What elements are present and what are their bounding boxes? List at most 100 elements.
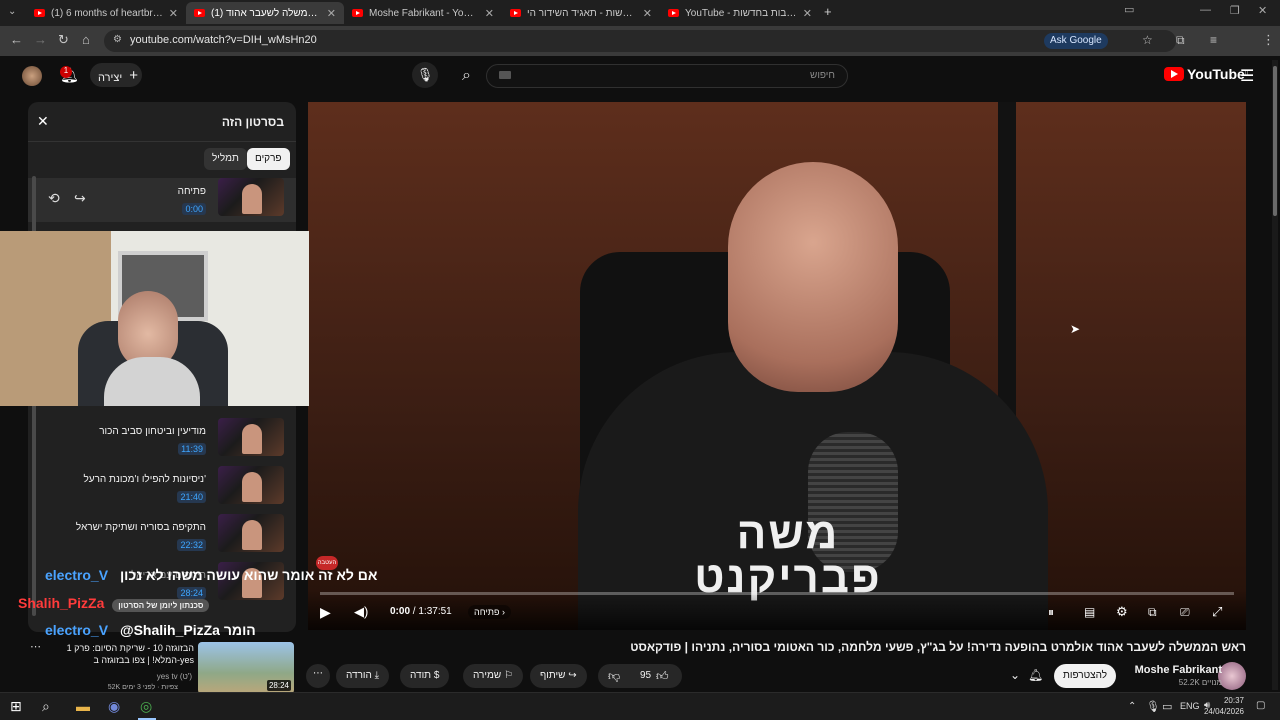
panel-header: ✕ בסרטון הזה xyxy=(28,102,296,142)
search-input[interactable]: חיפוש xyxy=(486,64,848,88)
repeat-icon[interactable]: ⟲ xyxy=(48,190,60,207)
clock[interactable]: 20:37 24/04/2026 xyxy=(1200,695,1244,717)
channel-info[interactable]: Moshe Fabrikant 52.2K מנויים xyxy=(1135,664,1222,687)
subtitles-icon[interactable]: ▤ xyxy=(1084,605,1095,619)
minimize-icon[interactable]: — xyxy=(1200,4,1211,16)
settings-icon[interactable]: ⚙ xyxy=(1116,604,1128,620)
browser-menu-icon[interactable]: ⋮ xyxy=(1262,32,1275,48)
play-icon[interactable]: ▶ xyxy=(320,604,331,621)
media-icon[interactable]: ▭ xyxy=(1124,3,1134,16)
maximize-icon[interactable]: ❐ xyxy=(1230,4,1240,17)
tab-list-icon[interactable]: ⌄ xyxy=(8,6,16,17)
url-field[interactable]: ⚙ youtube.com/watch?v=DIH_wMsHn20 xyxy=(104,30,1176,52)
chat-line: electro_V @Shalih_PizZa הומר xyxy=(45,622,256,638)
chapter-row[interactable]: התקיפה בסוריה ושתיקת ישראל 22:32 xyxy=(28,514,296,558)
back-icon[interactable]: ← xyxy=(10,32,23,47)
close-tab-icon[interactable]: ✕ xyxy=(803,7,812,20)
miniplayer-icon[interactable]: ⧉ xyxy=(1148,605,1157,620)
chapter-row[interactable]: מודיעין וביטחון סביב הכור 11:39 xyxy=(28,418,296,462)
network-icon[interactable]: ▭ xyxy=(1162,700,1172,713)
chat-text: @Shalih_PizZa הומר xyxy=(119,622,256,638)
youtube-logo[interactable]: YouTube IL xyxy=(1164,66,1250,82)
tab-title: (1) 6 months of heartbreak, do xyxy=(51,7,163,19)
file-explorer-icon[interactable]: ▬ xyxy=(76,698,90,714)
mouse-cursor-icon: ➤ xyxy=(1070,322,1081,336)
progress-bar[interactable] xyxy=(320,592,1234,595)
discord-icon[interactable]: ◉ xyxy=(108,698,120,715)
search-button[interactable]: ⌕ xyxy=(454,64,486,88)
reload-icon[interactable]: ↻ xyxy=(58,32,69,48)
save-label: שמירה xyxy=(473,670,502,681)
fullscreen-icon[interactable]: ⤢ xyxy=(1212,604,1222,620)
plus-icon: + xyxy=(129,67,139,84)
more-actions-button[interactable]: ⋯ xyxy=(306,664,330,688)
chapter-row[interactable]: ⟲ ↪ פתיחה 0:00 xyxy=(28,178,296,222)
share-icon: ↪ xyxy=(568,670,577,681)
create-button[interactable]: יצירה + xyxy=(90,63,142,87)
new-tab-button[interactable]: + xyxy=(824,4,832,19)
forward-icon[interactable]: → xyxy=(34,32,47,47)
youtube-favicon-icon xyxy=(352,9,363,17)
like-icon[interactable]: 👍︎ xyxy=(656,669,669,684)
search-icon[interactable]: ⌕ xyxy=(42,698,50,715)
time-total: 1:37:51 xyxy=(418,606,452,617)
thanks-button[interactable]: תודה $ xyxy=(400,664,450,688)
chapter-time: 21:40 xyxy=(177,491,206,503)
close-tab-icon[interactable]: ✕ xyxy=(643,7,652,20)
chapter-time: 11:39 xyxy=(178,443,206,455)
close-window-icon[interactable]: ✕ xyxy=(1258,4,1267,17)
site-info-icon[interactable]: ⚙ xyxy=(113,34,122,45)
tab-3[interactable]: Moshe Fabrikant - YouTube ✕ xyxy=(344,2,502,24)
close-tab-icon[interactable]: ✕ xyxy=(485,7,494,20)
video-player[interactable]: משה פבריקנט ➤ ▶ ◀︎) 0:00 / 1:37:51 פתיחה… xyxy=(308,102,1246,630)
recommendation-meta: 52K צפיות · לפני 3 ימים xyxy=(107,684,178,691)
voice-search-button[interactable]: 🎙︎ xyxy=(412,62,438,88)
chip-transcript[interactable]: תמליל xyxy=(204,148,247,170)
chat-line: electro_V אם לא זה אומר שהוא עושה משהו ל… xyxy=(45,567,377,583)
recommendation-title: הבזוגזה 10 - שריקת הסיום: פרק 1 המלא! | … xyxy=(66,643,194,665)
autoplay-toggle-icon[interactable]: ⏸ xyxy=(1048,605,1054,620)
close-tab-icon[interactable]: ✕ xyxy=(169,7,178,20)
bookmark-star-icon[interactable]: ☆ xyxy=(1142,33,1153,47)
tab-2[interactable]: (1) ראש הממשלה לשעבר אהוד ✕ xyxy=(186,2,344,24)
share-chapter-icon[interactable]: ↪ xyxy=(74,190,86,207)
chrome-icon[interactable]: ◎ xyxy=(140,698,152,715)
tab-title: YouTube - כתבות בחדשות xyxy=(685,7,797,19)
chip-chapters[interactable]: פרקים xyxy=(247,148,290,170)
chapter-row[interactable]: ניסיונות להפילו ו'מכונת הרעל' 21:40 xyxy=(28,466,296,510)
chapter-time: 0:00 xyxy=(182,203,206,215)
tab-1[interactable]: (1) 6 months of heartbreak, do ✕ xyxy=(26,2,186,24)
channel-avatar[interactable] xyxy=(1218,662,1246,690)
share-button[interactable]: שיתוף ↪ xyxy=(530,664,587,688)
tray-chevron-icon[interactable]: ⌃ xyxy=(1128,701,1136,712)
extensions-icon[interactable]: ⧉ xyxy=(1176,33,1185,48)
tab-4[interactable]: כאן | חדשות - תאגיד השידור הי ✕ xyxy=(502,2,660,24)
microphone-tray-icon[interactable]: 🎙︎ xyxy=(1146,700,1160,713)
channel-name[interactable]: Moshe Fabrikant xyxy=(1135,664,1222,676)
media-controls-icon[interactable]: ≡ xyxy=(1210,33,1217,47)
tab-5[interactable]: YouTube - כתבות בחדשות ✕ xyxy=(660,2,820,24)
scrollbar-thumb[interactable] xyxy=(1273,66,1277,216)
dislike-icon[interactable]: 👎︎ xyxy=(608,669,620,684)
ask-google-button[interactable]: Ask Google xyxy=(1044,33,1108,49)
cast-icon[interactable]: ⎚ xyxy=(1180,605,1190,620)
close-panel-icon[interactable]: ✕ xyxy=(37,113,49,130)
save-button[interactable]: שמירה ⚐ xyxy=(463,664,523,688)
windows-start-icon[interactable]: ⊞ xyxy=(10,698,22,715)
guide-menu-icon[interactable]: ☰ xyxy=(1240,66,1254,86)
language-indicator[interactable]: ENG xyxy=(1180,701,1200,711)
download-button[interactable]: הורדה ⤓ xyxy=(336,664,390,688)
volume-icon[interactable]: ◀︎) xyxy=(354,604,368,620)
more-options-icon[interactable]: ⋯ xyxy=(30,640,41,653)
recommended-video[interactable]: 28:24 ⋯ הבזוגזה 10 - שריקת הסיום: פרק 1 … xyxy=(30,640,296,696)
chevron-down-icon[interactable]: ⌄ xyxy=(1010,668,1020,682)
keyboard-icon[interactable] xyxy=(499,71,511,79)
chapter-thumbnail xyxy=(218,514,284,552)
notification-bell-icon[interactable]: 🔔︎ xyxy=(1028,668,1043,682)
home-icon[interactable]: ⌂ xyxy=(82,32,90,47)
account-avatar[interactable] xyxy=(22,66,42,86)
subscribe-button[interactable]: להצטרפות xyxy=(1054,664,1116,688)
chapter-chip[interactable]: פתיחה › xyxy=(468,605,511,619)
close-tab-icon[interactable]: ✕ xyxy=(327,7,336,20)
notification-center-icon[interactable]: ▢ xyxy=(1256,700,1265,711)
